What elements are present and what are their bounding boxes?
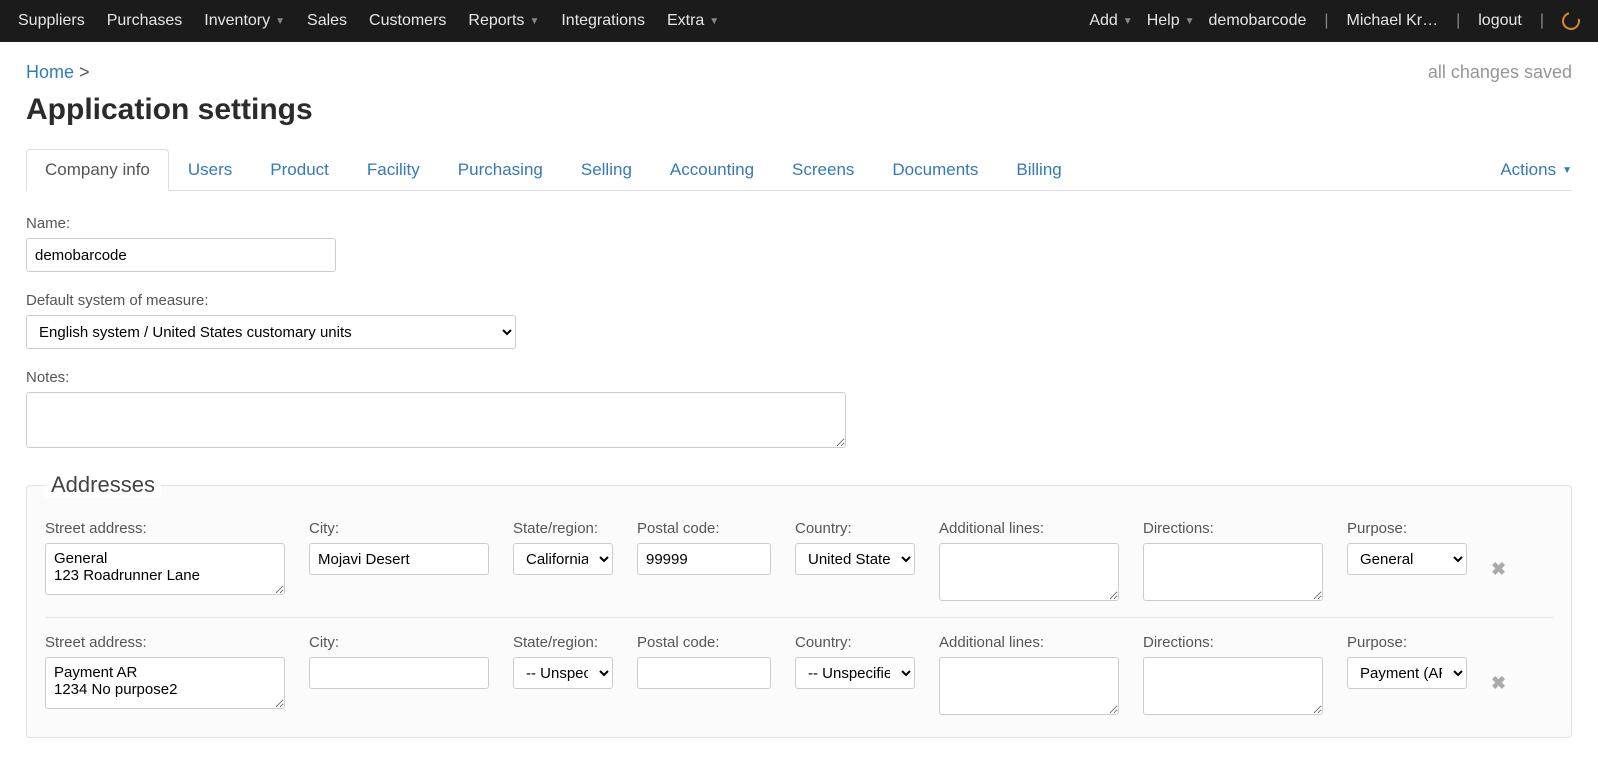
nav-logout[interactable]: logout (1478, 12, 1522, 30)
tab-selling[interactable]: Selling (562, 149, 651, 191)
field-label: Directions: (1143, 520, 1323, 537)
country-select[interactable]: -- Unspecified -- (795, 657, 915, 689)
tab-product[interactable]: Product (251, 149, 348, 191)
top-navbar: Suppliers Purchases Inventory ▼ Sales Custom… (0, 0, 1598, 42)
breadcrumb: Home > (26, 62, 90, 83)
chevron-down-icon: ▼ (1185, 16, 1195, 27)
nav-extra[interactable]: Extra ▼ (667, 12, 719, 30)
field-label: State/region: (513, 634, 613, 651)
chevron-down-icon: ▼ (1123, 16, 1133, 27)
state-select[interactable]: California (513, 543, 613, 575)
field-label: Directions: (1143, 634, 1323, 651)
nav-separator: | (1536, 12, 1548, 30)
purpose-select[interactable]: General (1347, 543, 1467, 575)
field-label: Additional lines: (939, 520, 1119, 537)
address-row: Street address: City: State/region: Califor… (45, 512, 1553, 618)
notes-textarea[interactable] (26, 392, 846, 448)
nav-sales[interactable]: Sales (307, 12, 347, 30)
additional-lines-input[interactable] (939, 543, 1119, 601)
chevron-down-icon: ▼ (275, 16, 285, 27)
field-label: Purpose: (1347, 520, 1467, 537)
addresses-legend: Addresses (45, 472, 161, 498)
field-label: State/region: (513, 520, 613, 537)
directions-input[interactable] (1143, 543, 1323, 601)
nav-purchases[interactable]: Purchases (107, 12, 183, 30)
refresh-button[interactable] (1562, 12, 1580, 30)
tab-row: Company infoUsersProductFacilityPurchasi… (26, 149, 1572, 191)
state-select[interactable]: -- Unspecified -- (513, 657, 613, 689)
refresh-icon (1559, 9, 1584, 34)
tab-company-info[interactable]: Company info (26, 149, 169, 191)
tab-billing[interactable]: Billing (997, 149, 1080, 191)
chevron-down-icon: ▼ (1562, 165, 1572, 176)
field-label: Postal code: (637, 520, 771, 537)
page-title: Application settings (26, 93, 1572, 127)
city-input[interactable] (309, 543, 489, 575)
street-address-input[interactable] (45, 543, 285, 595)
measure-label: Default system of measure: (26, 292, 1572, 309)
measure-select[interactable]: English system / United States customary… (26, 315, 516, 349)
breadcrumb-sep: > (79, 62, 90, 82)
purpose-select[interactable]: Payment (AR) (1347, 657, 1467, 689)
field-label: Additional lines: (939, 634, 1119, 651)
nav-reports[interactable]: Reports ▼ (468, 12, 539, 30)
country-select[interactable]: United States (795, 543, 915, 575)
directions-input[interactable] (1143, 657, 1323, 715)
name-label: Name: (26, 215, 1572, 232)
tab-users[interactable]: Users (169, 149, 251, 191)
notes-label: Notes: (26, 369, 1572, 386)
city-input[interactable] (309, 657, 489, 689)
field-label: City: (309, 634, 489, 651)
addresses-fieldset: Addresses Street address: City: State/regi… (26, 472, 1572, 738)
chevron-down-icon: ▼ (529, 16, 539, 27)
postal-input[interactable] (637, 543, 771, 575)
delete-address-button[interactable]: ✖ (1491, 559, 1506, 580)
tab-purchasing[interactable]: Purchasing (439, 149, 562, 191)
nav-add[interactable]: Add▼ (1089, 12, 1132, 30)
field-label: Country: (795, 634, 915, 651)
chevron-down-icon: ▼ (709, 16, 719, 27)
field-label: Street address: (45, 634, 285, 651)
nav-suppliers[interactable]: Suppliers (18, 12, 85, 30)
field-label: Postal code: (637, 634, 771, 651)
field-label: Purpose: (1347, 634, 1467, 651)
nav-customers[interactable]: Customers (369, 12, 446, 30)
tab-screens[interactable]: Screens (773, 149, 873, 191)
tab-documents[interactable]: Documents (873, 149, 997, 191)
additional-lines-input[interactable] (939, 657, 1119, 715)
breadcrumb-home[interactable]: Home (26, 62, 74, 82)
tab-facility[interactable]: Facility (348, 149, 439, 191)
postal-input[interactable] (637, 657, 771, 689)
nav-user[interactable]: Michael Kr… (1347, 12, 1439, 30)
field-label: City: (309, 520, 489, 537)
nav-separator: | (1452, 12, 1464, 30)
tab-accounting[interactable]: Accounting (651, 149, 773, 191)
nav-integrations[interactable]: Integrations (561, 12, 645, 30)
name-input[interactable] (26, 238, 336, 272)
nav-inventory[interactable]: Inventory ▼ (204, 12, 285, 30)
delete-address-button[interactable]: ✖ (1491, 673, 1506, 694)
nav-help[interactable]: Help▼ (1147, 12, 1195, 30)
nav-account[interactable]: demobarcode (1209, 12, 1307, 30)
nav-separator: | (1320, 12, 1332, 30)
street-address-input[interactable] (45, 657, 285, 709)
actions-menu[interactable]: Actions ▼ (1482, 150, 1572, 190)
field-label: Street address: (45, 520, 285, 537)
field-label: Country: (795, 520, 915, 537)
address-row: Street address: City: State/region: -- Unsp… (45, 626, 1553, 731)
save-status: all changes saved (1428, 62, 1572, 83)
